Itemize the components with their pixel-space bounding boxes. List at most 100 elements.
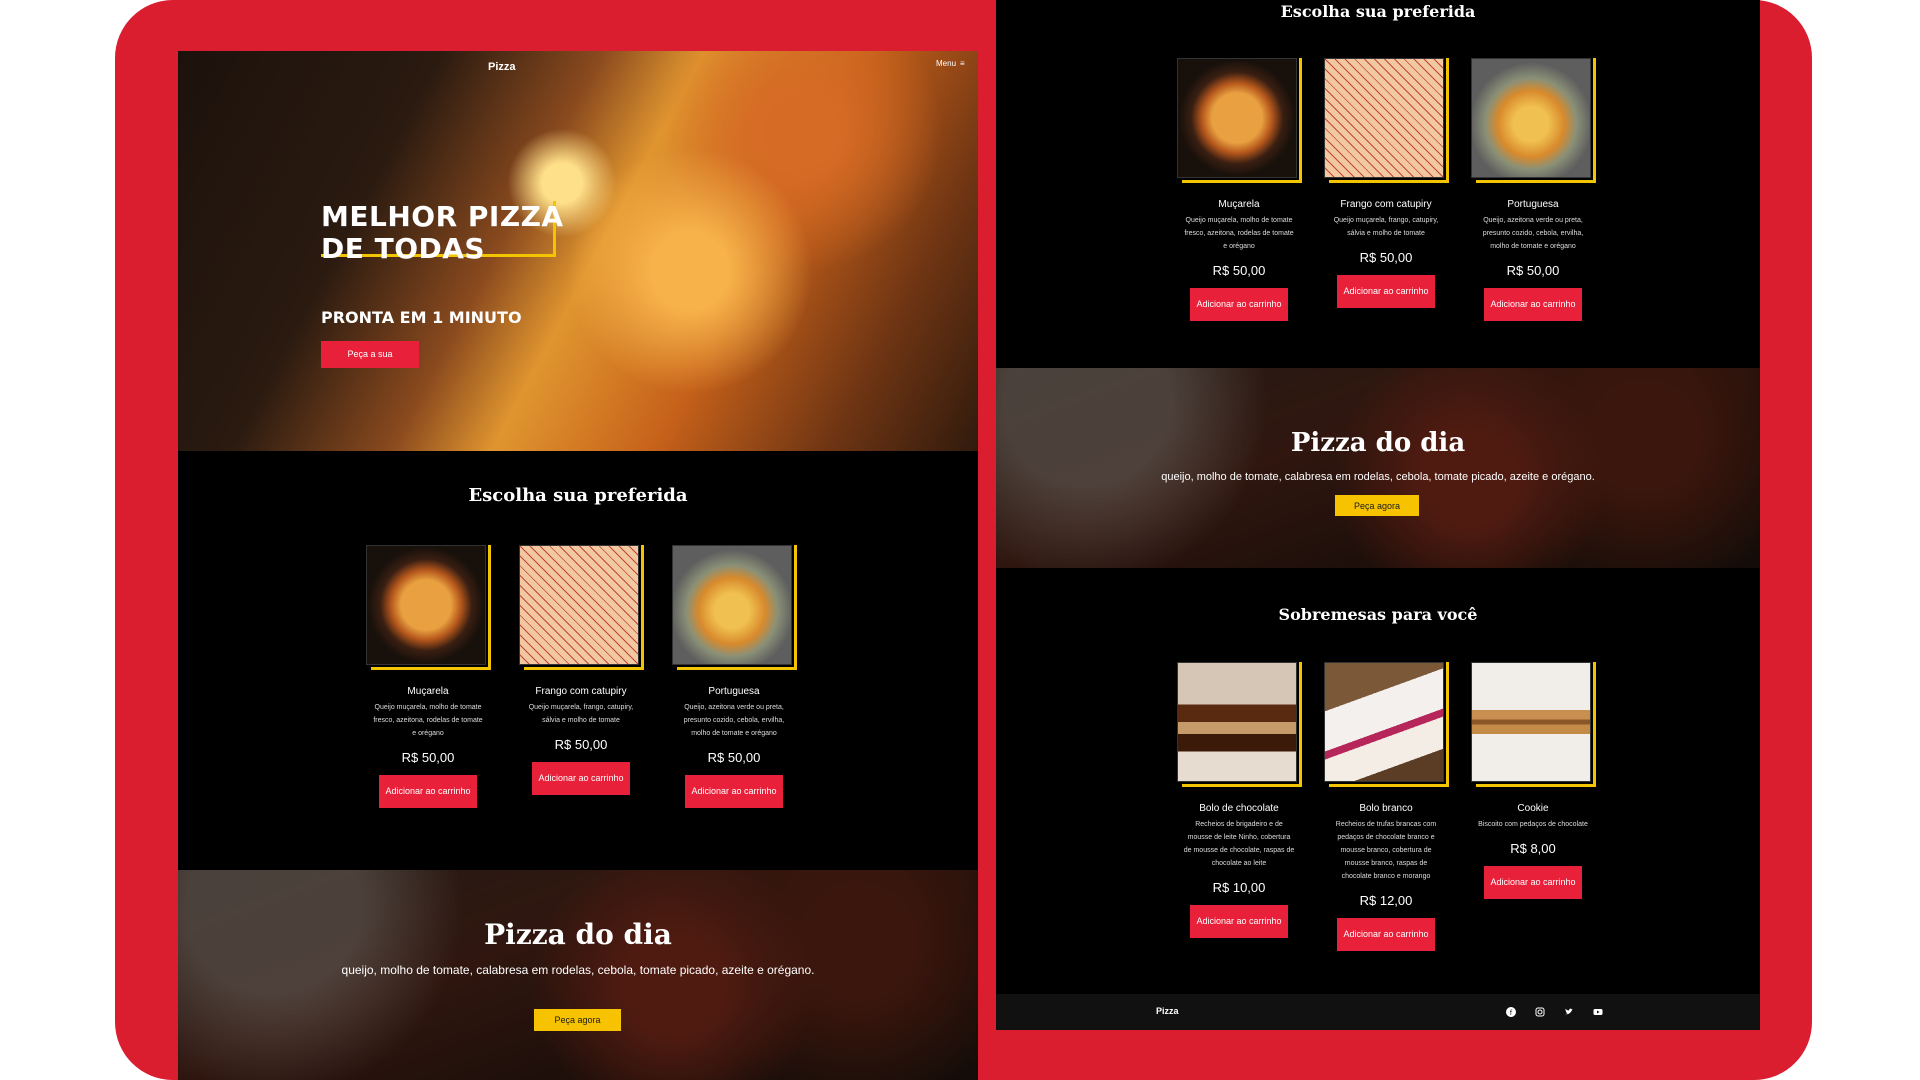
card-border-deco — [370, 667, 491, 670]
add-to-cart-button[interactable]: Adicionar ao carrinho — [1337, 918, 1435, 951]
dessert-description: Recheios de trufas brancas com pedaços d… — [1335, 821, 1437, 880]
dessert-description: Recheios de brigadeiro e de mousse de le… — [1183, 821, 1295, 867]
pizza-description: Queijo muçarela, molho de tomate fresco,… — [1184, 217, 1294, 250]
pizza-of-the-day-section: Pizza do dia queijo, molho de tomate, ca… — [178, 870, 978, 1080]
pizza-of-the-day-section: Pizza do dia queijo, molho de tomate, ca… — [996, 368, 1760, 568]
pizza-description: Queijo muçarela, frango, catupiry, sálvi… — [1333, 217, 1439, 237]
footer-logo[interactable]: Pizza — [1156, 1006, 1179, 1016]
pizza-of-the-day-description: queijo, molho de tomate, calabresa em ro… — [1161, 471, 1595, 483]
card-border-deco — [1441, 662, 1449, 787]
dessert-name: Cookie — [1517, 803, 1549, 814]
menu-icon: ≡ — [960, 59, 965, 68]
card-border-deco — [1328, 180, 1449, 183]
section-title-desserts: Sobremesas para você — [1278, 605, 1478, 624]
dessert-image[interactable] — [1176, 662, 1297, 782]
order-now-button[interactable]: Peça agora — [1335, 495, 1419, 516]
pizza-price: R$ 50,00 — [1359, 250, 1413, 265]
hero-order-button[interactable]: Peça a sua — [321, 341, 419, 368]
youtube-icon[interactable] — [1591, 1005, 1605, 1019]
left-page-mockup: Pizza Menu ≡ MELHOR PIZZA DE TODAS PRONT… — [178, 51, 978, 1080]
pizza-price: R$ 50,00 — [1506, 263, 1560, 278]
card-border-deco — [1475, 180, 1596, 183]
pizza-card: Muçarela Queijo muçarela, molho de tomat… — [363, 545, 493, 808]
add-to-cart-button[interactable]: Adicionar ao carrinho — [532, 762, 630, 795]
logo[interactable]: Pizza — [488, 61, 516, 73]
card-border-deco — [789, 545, 797, 670]
dessert-image[interactable] — [1323, 662, 1444, 782]
dessert-image[interactable] — [1470, 662, 1591, 782]
card-border-deco — [483, 545, 491, 670]
instagram-icon[interactable] — [1533, 1005, 1547, 1019]
menu-label: Menu — [936, 59, 957, 68]
hero-title: MELHOR PIZZA DE TODAS — [321, 200, 564, 265]
pizza-card: Frango com catupiry Queijo muçarela, fra… — [516, 545, 646, 795]
add-to-cart-button[interactable]: Adicionar ao carrinho — [1190, 905, 1288, 938]
pizza-description: Queijo muçarela, frango, catupiry, sálvi… — [528, 704, 634, 724]
add-to-cart-button[interactable]: Adicionar ao carrinho — [379, 775, 477, 808]
canvas: Pizza Menu ≡ MELHOR PIZZA DE TODAS PRONT… — [0, 0, 1920, 1080]
pizza-description: Queijo, azeitona verde ou preta, presunt… — [683, 704, 785, 737]
pizza-price: R$ 50,00 — [1212, 263, 1266, 278]
pizza-of-the-day-title: Pizza do dia — [484, 918, 672, 951]
hero-subtitle: PRONTA EM 1 MINUTO — [321, 308, 522, 327]
dessert-price: R$ 10,00 — [1212, 880, 1266, 895]
pizza-description: Queijo muçarela, molho de tomate fresco,… — [373, 704, 483, 737]
pizza-name: Frango com catupiry — [1340, 199, 1432, 210]
pizza-image[interactable] — [671, 545, 792, 665]
social-links: f — [1504, 1005, 1605, 1019]
pizza-image[interactable] — [365, 545, 486, 665]
card-border-deco — [1181, 180, 1302, 183]
right-page-mockup: Escolha sua preferida Muçarela Queijo mu… — [996, 0, 1760, 1030]
card-border-deco — [676, 667, 797, 670]
card-border-deco — [1475, 784, 1596, 787]
order-now-button[interactable]: Peça agora — [534, 1009, 621, 1031]
pizza-image[interactable] — [1470, 58, 1591, 178]
card-border-deco — [1328, 784, 1449, 787]
menu-button[interactable]: Menu ≡ — [936, 59, 965, 68]
dessert-card: Bolo de chocolate Recheios de brigadeiro… — [1174, 662, 1304, 938]
section-title-pizzas: Escolha sua preferida — [468, 485, 688, 506]
footer: Pizza f — [996, 994, 1760, 1030]
pizza-card: Frango com catupiry Queijo muçarela, fra… — [1321, 58, 1451, 308]
dessert-description: Biscoito com pedaços de chocolate — [1478, 821, 1588, 828]
pizza-price: R$ 50,00 — [554, 737, 608, 752]
pizza-of-the-day-title: Pizza do dia — [1290, 428, 1466, 458]
dessert-card: Cookie Biscoito com pedaços de chocolate… — [1468, 662, 1598, 899]
section-title-pizzas: Escolha sua preferida — [1280, 2, 1476, 21]
card-border-deco — [1294, 662, 1302, 787]
dessert-name: Bolo branco — [1359, 803, 1413, 814]
pizza-name: Frango com catupiry — [535, 686, 627, 697]
pizza-card: Portuguesa Queijo, azeitona verde ou pre… — [1468, 58, 1598, 321]
pizza-of-the-day-description: queijo, molho de tomate, calabresa em ro… — [341, 963, 815, 977]
add-to-cart-button[interactable]: Adicionar ao carrinho — [1190, 288, 1288, 321]
dessert-price: R$ 8,00 — [1510, 841, 1556, 856]
pizza-card: Muçarela Queijo muçarela, molho de tomat… — [1174, 58, 1304, 321]
pizza-price: R$ 50,00 — [707, 750, 761, 765]
card-border-deco — [523, 667, 644, 670]
pizza-name: Portuguesa — [708, 686, 760, 697]
add-to-cart-button[interactable]: Adicionar ao carrinho — [1484, 288, 1582, 321]
pizza-price: R$ 50,00 — [401, 750, 455, 765]
dessert-name: Bolo de chocolate — [1199, 803, 1279, 814]
twitter-icon[interactable] — [1562, 1005, 1576, 1019]
pizza-image[interactable] — [518, 545, 639, 665]
dessert-price: R$ 12,00 — [1359, 893, 1413, 908]
card-border-deco — [636, 545, 644, 670]
pizza-description: Queijo, azeitona verde ou preta, presunt… — [1482, 217, 1584, 250]
card-border-deco — [1588, 662, 1596, 787]
add-to-cart-button[interactable]: Adicionar ao carrinho — [685, 775, 783, 808]
card-border-deco — [1294, 58, 1302, 183]
dessert-card: Bolo branco Recheios de trufas brancas c… — [1321, 662, 1451, 951]
pizza-image[interactable] — [1323, 58, 1444, 178]
add-to-cart-button[interactable]: Adicionar ao carrinho — [1337, 275, 1435, 308]
pizza-card: Portuguesa Queijo, azeitona verde ou pre… — [669, 545, 799, 808]
pizza-name: Muçarela — [407, 686, 449, 697]
card-border-deco — [1441, 58, 1449, 183]
pizza-name: Portuguesa — [1507, 199, 1559, 210]
facebook-icon[interactable]: f — [1504, 1005, 1518, 1019]
hero-section: Pizza Menu ≡ MELHOR PIZZA DE TODAS PRONT… — [178, 51, 978, 451]
pizza-image[interactable] — [1176, 58, 1297, 178]
card-border-deco — [1181, 784, 1302, 787]
add-to-cart-button[interactable]: Adicionar ao carrinho — [1484, 866, 1582, 899]
pizza-name: Muçarela — [1218, 199, 1260, 210]
